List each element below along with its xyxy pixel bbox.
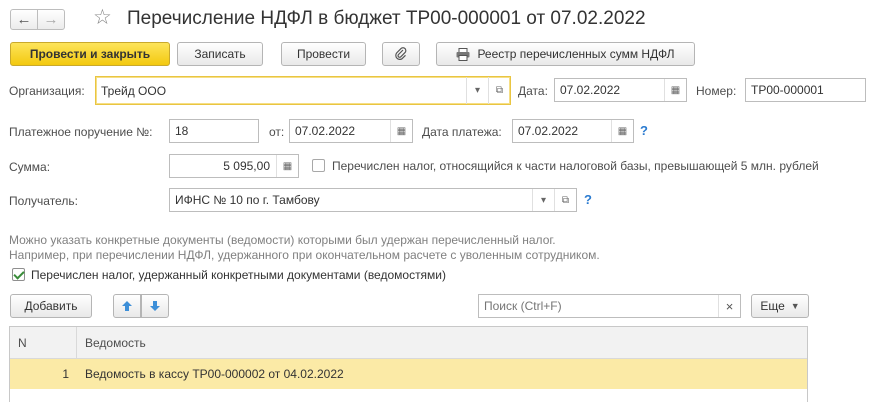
dropdown-button[interactable]: ▾ bbox=[532, 189, 554, 211]
statements-table: N Ведомость 1 Ведомость в кассу ТР00-000… bbox=[9, 326, 808, 402]
chevron-down-icon: ▾ bbox=[474, 85, 481, 96]
attach-button[interactable] bbox=[382, 42, 420, 66]
move-down-button[interactable] bbox=[141, 294, 169, 318]
table-row[interactable]: 1 Ведомость в кассу ТР00-000002 от 04.02… bbox=[10, 359, 807, 389]
payment-date-field[interactable]: 07.02.2022 ▦ bbox=[512, 119, 634, 143]
table-header: N Ведомость bbox=[10, 327, 807, 359]
from-label: от: bbox=[269, 125, 285, 139]
calendar-icon: ▦ bbox=[670, 84, 681, 96]
specific-docs-checkbox[interactable] bbox=[12, 268, 25, 281]
number-field[interactable]: ТР00-000001 bbox=[745, 78, 866, 102]
add-button[interactable]: Добавить bbox=[10, 294, 92, 318]
more-button[interactable]: Еще ▼ bbox=[751, 294, 809, 318]
specific-docs-label: Перечислен налог, удержанный конкретными… bbox=[31, 268, 447, 282]
favorite-star-icon[interactable]: ☆ bbox=[93, 6, 112, 30]
calendar-icon: ▦ bbox=[396, 125, 407, 137]
ndfl-registry-label: Реестр перечисленных сумм НДФЛ bbox=[477, 47, 675, 61]
recipient-value: ИФНС № 10 по г. Тамбову bbox=[175, 193, 320, 207]
page-title: Перечисление НДФЛ в бюджет ТР00-000001 о… bbox=[127, 8, 646, 29]
row-statement: Ведомость в кассу ТР00-000002 от 04.02.2… bbox=[85, 367, 344, 381]
calculator-icon: ▦ bbox=[282, 160, 293, 172]
arrow-down-icon bbox=[150, 301, 160, 311]
back-button[interactable]: ← bbox=[10, 9, 38, 30]
hint-line-1: Можно указать конкретные документы (ведо… bbox=[9, 233, 556, 247]
row-number: 1 bbox=[62, 367, 69, 381]
number-label: Номер: bbox=[696, 84, 737, 98]
open-button[interactable]: ⧉ bbox=[554, 189, 576, 211]
ndfl-registry-button[interactable]: Реестр перечисленных сумм НДФЛ bbox=[436, 42, 695, 66]
more-label: Еще bbox=[760, 299, 785, 313]
forward-button[interactable]: → bbox=[37, 9, 65, 30]
move-up-button[interactable] bbox=[113, 294, 141, 318]
search-input[interactable] bbox=[484, 299, 718, 313]
recipient-field[interactable]: ИФНС № 10 по г. Тамбову ▾ ⧉ bbox=[169, 188, 577, 212]
open-link-icon: ⧉ bbox=[561, 194, 570, 206]
calendar-button[interactable]: ▦ bbox=[611, 120, 633, 142]
chevron-down-icon: ▼ bbox=[790, 301, 800, 311]
sum-value: 5 095,00 bbox=[223, 159, 270, 173]
recipient-label: Получатель: bbox=[9, 194, 78, 208]
date-label: Дата: bbox=[518, 84, 548, 98]
open-button[interactable]: ⧉ bbox=[488, 77, 510, 104]
column-header-statement[interactable]: Ведомость bbox=[77, 327, 146, 358]
printer-icon bbox=[456, 47, 470, 61]
arrow-left-icon: ← bbox=[16, 11, 32, 28]
payment-order-label: Платежное поручение №: bbox=[9, 125, 153, 139]
calendar-button[interactable]: ▦ bbox=[390, 120, 412, 142]
dropdown-button[interactable]: ▾ bbox=[466, 77, 488, 104]
over-5m-label: Перечислен налог, относящийся к части на… bbox=[332, 159, 819, 173]
column-header-n[interactable]: N bbox=[10, 327, 77, 358]
org-label: Организация: bbox=[9, 84, 85, 98]
sum-label: Сумма: bbox=[9, 160, 51, 174]
clear-search-button[interactable]: × bbox=[718, 295, 740, 317]
payment-date-value: 07.02.2022 bbox=[518, 124, 579, 138]
from-date-field[interactable]: 07.02.2022 ▦ bbox=[289, 119, 413, 143]
post-and-close-button[interactable]: Провести и закрыть bbox=[10, 42, 170, 66]
calculator-button[interactable]: ▦ bbox=[276, 155, 298, 177]
calendar-icon: ▦ bbox=[617, 125, 628, 137]
arrow-right-icon: → bbox=[43, 11, 59, 28]
payment-date-label: Дата платежа: bbox=[422, 125, 502, 139]
open-link-icon: ⧉ bbox=[495, 85, 504, 96]
chevron-down-icon: ▾ bbox=[540, 194, 547, 206]
date-value: 07.02.2022 bbox=[560, 83, 621, 97]
paperclip-icon bbox=[395, 47, 407, 60]
close-icon: × bbox=[725, 298, 734, 314]
org-field[interactable]: Трейд ООО ▾ ⧉ bbox=[95, 76, 511, 105]
search-field[interactable]: × bbox=[478, 294, 741, 318]
sum-field[interactable]: 5 095,00 ▦ bbox=[169, 154, 299, 178]
hint-line-2: Например, при перечислении НДФЛ, удержан… bbox=[9, 248, 600, 262]
number-value: ТР00-000001 bbox=[751, 83, 824, 97]
save-button[interactable]: Записать bbox=[177, 42, 263, 66]
arrow-up-icon bbox=[122, 301, 132, 311]
payment-order-value: 18 bbox=[175, 124, 189, 138]
date-field[interactable]: 07.02.2022 ▦ bbox=[554, 78, 687, 102]
from-date-value: 07.02.2022 bbox=[295, 124, 356, 138]
calendar-button[interactable]: ▦ bbox=[664, 79, 686, 101]
post-button[interactable]: Провести bbox=[281, 42, 366, 66]
over-5m-checkbox[interactable] bbox=[312, 159, 325, 172]
org-value: Трейд ООО bbox=[101, 83, 167, 98]
help-icon[interactable]: ? bbox=[584, 192, 592, 207]
help-icon[interactable]: ? bbox=[640, 123, 648, 138]
payment-order-field[interactable]: 18 bbox=[169, 119, 259, 143]
